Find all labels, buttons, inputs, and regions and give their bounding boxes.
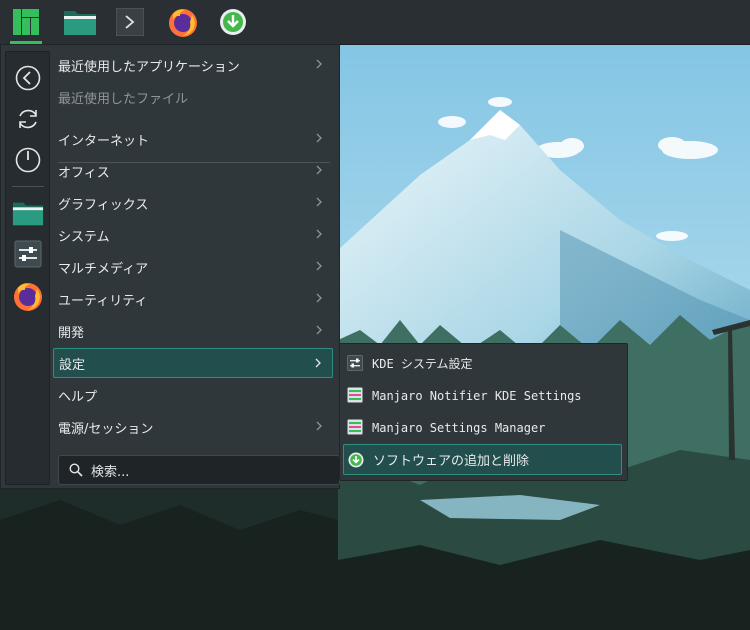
menu-item-development[interactable]: 開発 <box>53 316 333 346</box>
menu-item-label: 設定 <box>59 357 86 373</box>
firefox-icon <box>169 9 197 37</box>
application-launcher-button[interactable] <box>6 2 46 44</box>
application-menu: 最近使用したアプリケーション 最近使用したファイル インターネット オフィス グ… <box>0 44 340 489</box>
settings-submenu: KDE システム設定 Manjaro Notifier KDE Settings… <box>339 343 628 481</box>
submenu-item-manjaro-notifier[interactable]: Manjaro Notifier KDE Settings <box>343 380 622 411</box>
manjaro-logo-icon <box>13 9 39 35</box>
restart-button[interactable] <box>10 101 46 137</box>
taskbar-firefox[interactable] <box>163 2 203 42</box>
submenu-item-manjaro-settings-manager[interactable]: Manjaro Settings Manager <box>343 412 622 443</box>
submenu-item-kde-system-settings[interactable]: KDE システム設定 <box>343 348 622 379</box>
folder-icon <box>12 202 44 226</box>
software-install-icon <box>220 9 246 35</box>
search-placeholder: 検索... <box>91 464 130 480</box>
settings-icon <box>14 240 42 268</box>
taskbar-terminal[interactable] <box>110 2 150 42</box>
power-icon <box>15 147 41 173</box>
submenu-item-label: ソフトウェアの追加と削除 <box>373 454 530 469</box>
menu-item-label: オフィス <box>58 165 110 181</box>
menu-item-settings[interactable]: 設定 <box>53 348 333 378</box>
sidebar-divider <box>12 186 44 187</box>
chevron-right-icon <box>316 293 322 303</box>
submenu-item-label: KDE システム設定 <box>372 357 473 371</box>
taskbar-software-install[interactable] <box>213 2 253 42</box>
search-icon <box>69 463 83 477</box>
search-input[interactable]: 検索... <box>58 455 340 485</box>
menu-item-label: インターネット <box>58 133 150 149</box>
favorite-system-settings[interactable] <box>10 236 46 272</box>
menu-item-power-session[interactable]: 電源/セッション <box>53 412 333 442</box>
menu-item-graphics[interactable]: グラフィックス <box>53 188 333 218</box>
submenu-item-add-remove-software[interactable]: ソフトウェアの追加と削除 <box>343 444 622 475</box>
submenu-item-label: Manjaro Notifier KDE Settings <box>372 388 582 403</box>
chevron-right-icon <box>316 59 322 69</box>
top-panel <box>0 0 750 45</box>
menu-item-internet[interactable]: インターネット <box>53 124 333 154</box>
submenu-item-label: Manjaro Settings Manager <box>372 420 546 435</box>
manjaro-settings-icon <box>347 419 363 435</box>
menu-item-label: 開発 <box>58 325 85 341</box>
menu-item-multimedia[interactable]: マルチメディア <box>53 252 333 282</box>
menu-item-label: マルチメディア <box>58 261 149 277</box>
menu-item-system[interactable]: システム <box>53 220 333 250</box>
chevron-right-icon <box>316 165 322 175</box>
restart-icon <box>19 109 37 129</box>
chevron-right-icon <box>316 325 322 335</box>
settings-icon <box>347 355 363 371</box>
software-install-icon <box>348 452 364 468</box>
menu-item-utilities[interactable]: ユーティリティ <box>53 284 333 314</box>
menu-item-label: 最近使用したアプリケーション <box>58 59 240 75</box>
terminal-icon <box>116 8 144 36</box>
menu-item-label: 最近使用したファイル <box>58 91 189 107</box>
chevron-right-icon <box>316 133 322 143</box>
favorites-sidebar <box>5 51 50 485</box>
menu-item-recent-files[interactable]: 最近使用したファイル <box>53 82 333 112</box>
menu-item-label: グラフィックス <box>58 197 149 213</box>
chevron-right-icon <box>316 229 322 239</box>
favorite-firefox[interactable] <box>10 278 46 314</box>
taskbar-file-manager[interactable] <box>60 2 100 42</box>
firefox-icon <box>14 283 42 311</box>
menu-item-label: 電源/セッション <box>58 421 154 437</box>
back-button[interactable] <box>10 60 46 96</box>
chevron-right-icon <box>316 197 322 207</box>
menu-item-office[interactable]: オフィス <box>53 156 333 186</box>
favorite-file-manager[interactable] <box>10 195 46 231</box>
menu-item-label: ヘルプ <box>58 389 98 405</box>
menu-item-help[interactable]: ヘルプ <box>53 380 333 410</box>
menu-item-label: ユーティリティ <box>58 293 148 309</box>
shutdown-button[interactable] <box>10 142 46 178</box>
back-icon <box>15 65 41 91</box>
folder-icon <box>64 11 96 35</box>
manjaro-settings-icon <box>347 387 363 403</box>
menu-item-recent-applications[interactable]: 最近使用したアプリケーション <box>53 50 333 80</box>
chevron-right-icon <box>315 358 321 368</box>
menu-item-label: システム <box>58 229 110 245</box>
chevron-right-icon <box>316 261 322 271</box>
chevron-right-icon <box>316 421 322 431</box>
